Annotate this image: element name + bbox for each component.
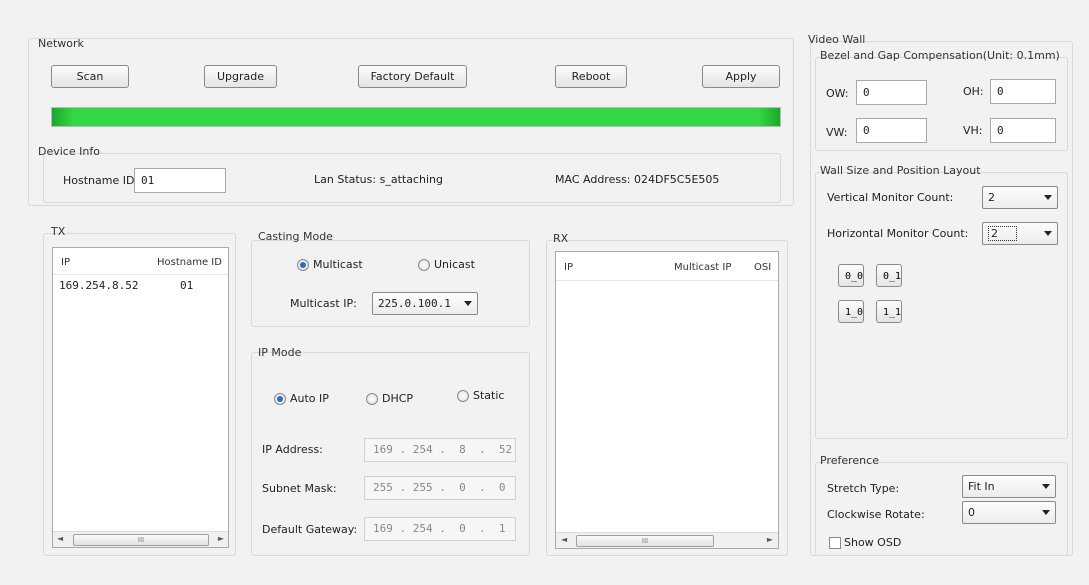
scroll-grip-icon: III [641, 537, 649, 545]
vertical-count-label: Vertical Monitor Count: [827, 191, 954, 204]
chevron-down-icon [1042, 484, 1050, 489]
rx-list[interactable]: IP Multicast IP OSI ◄ III ► [555, 251, 779, 549]
arrow-right-icon[interactable]: ► [767, 535, 773, 544]
subnet-mask-label: Subnet Mask: [262, 482, 337, 495]
auto-ip-label[interactable]: Auto IP [290, 392, 329, 405]
tx-list[interactable]: IP Hostname ID 169.254.8.52 01 ◄ III ► [52, 247, 229, 548]
rx-header-divider [556, 280, 778, 281]
static-radio[interactable] [457, 390, 469, 402]
cell-0-1-button[interactable]: 0_1 [876, 264, 902, 287]
horizontal-count-select[interactable]: 2 [982, 222, 1058, 245]
video-wall-title: Video Wall [808, 33, 866, 46]
ip-address-label: IP Address: [262, 443, 323, 456]
arrow-right-icon[interactable]: ► [218, 534, 224, 543]
chevron-down-icon [464, 301, 472, 306]
stretch-type-label: Stretch Type: [827, 482, 900, 495]
static-label[interactable]: Static [473, 389, 504, 402]
mac-address-text: MAC Address: 024DF5C5E505 [555, 173, 720, 186]
tx-row-hostname: 01 [180, 279, 194, 292]
arrow-left-icon[interactable]: ◄ [561, 535, 567, 544]
clockwise-rotate-select[interactable]: 0 [962, 501, 1056, 524]
dhcp-radio[interactable] [366, 393, 378, 405]
ow-label: OW: [826, 87, 849, 100]
reboot-button[interactable]: Reboot [555, 65, 627, 88]
casting-mode-title: Casting Mode [258, 230, 333, 243]
show-osd-checkbox[interactable] [829, 537, 841, 549]
bezel-title: Bezel and Gap Compensation(Unit: 0.1mm) [820, 49, 1060, 62]
vertical-count-select[interactable]: 2 [982, 186, 1058, 209]
rx-header-ip[interactable]: IP [564, 262, 573, 273]
apply-button[interactable]: Apply [702, 65, 780, 88]
scroll-thumb[interactable]: III [576, 535, 714, 547]
device-info-title: Device Info [38, 145, 100, 158]
wall-layout-title: Wall Size and Position Layout [820, 164, 981, 177]
tx-title: TX [51, 225, 66, 238]
upgrade-button[interactable]: Upgrade [204, 65, 277, 88]
scroll-grip-icon: III [137, 536, 145, 544]
auto-ip-radio[interactable] [274, 393, 286, 405]
vertical-count-value: 2 [988, 191, 995, 204]
ow-input[interactable]: 0 [856, 80, 927, 105]
table-row[interactable]: 169.254.8.52 01 [53, 276, 228, 294]
multicast-label[interactable]: Multicast [313, 258, 363, 271]
tx-header-divider [53, 274, 228, 275]
stretch-type-value: Fit In [968, 480, 995, 493]
stretch-type-select[interactable]: Fit In [962, 475, 1056, 498]
multicast-ip-value: 225.0.100.1 [378, 297, 451, 310]
oh-label: OH: [963, 85, 984, 98]
vw-label: VW: [826, 126, 848, 139]
oh-input[interactable]: 0 [990, 79, 1056, 104]
tx-header-hostname[interactable]: Hostname ID [157, 257, 222, 268]
arrow-left-icon[interactable]: ◄ [57, 534, 63, 543]
multicast-ip-select[interactable]: 225.0.100.1 [372, 292, 478, 315]
multicast-ip-label: Multicast IP: [290, 297, 357, 310]
subnet-mask-field[interactable]: 255 . 255 . 0 . 0 [364, 476, 516, 500]
rx-title: RX [553, 232, 569, 245]
tx-header-ip[interactable]: IP [61, 257, 70, 268]
cell-1-1-button[interactable]: 1_1 [876, 300, 902, 323]
unicast-radio[interactable] [418, 259, 430, 271]
hostname-input[interactable]: 01 [134, 168, 226, 193]
ip-mode-title: IP Mode [258, 346, 302, 359]
scan-button[interactable]: Scan [51, 65, 129, 88]
rx-horizontal-scrollbar[interactable]: ◄ III ► [556, 532, 778, 548]
unicast-label[interactable]: Unicast [434, 258, 475, 271]
preference-title: Preference [820, 454, 879, 467]
default-gateway-field[interactable]: 169 . 254 . 0 . 1 [364, 517, 516, 541]
horizontal-count-value: 2 [988, 226, 1017, 241]
network-title: Network [38, 37, 84, 50]
chevron-down-icon [1042, 510, 1050, 515]
progress-fill [52, 108, 780, 126]
chevron-down-icon [1044, 195, 1052, 200]
lan-status-text: Lan Status: s_attaching [314, 173, 443, 186]
horizontal-count-label: Horizontal Monitor Count: [827, 227, 969, 240]
vh-label: VH: [963, 124, 983, 137]
dhcp-label[interactable]: DHCP [382, 392, 413, 405]
tx-horizontal-scrollbar[interactable]: ◄ III ► [53, 531, 228, 547]
ip-address-field[interactable]: 169 . 254 . 8 . 52 [364, 438, 516, 462]
hostname-label: Hostname ID: [63, 174, 139, 187]
rx-header-multicast-ip[interactable]: Multicast IP [674, 262, 731, 273]
chevron-down-icon [1044, 231, 1052, 236]
vw-input[interactable]: 0 [856, 118, 927, 143]
multicast-radio[interactable] [297, 259, 309, 271]
progress-bar [51, 107, 781, 127]
clockwise-rotate-label: Clockwise Rotate: [827, 508, 925, 521]
tx-row-ip: 169.254.8.52 [59, 279, 139, 292]
clockwise-rotate-value: 0 [968, 506, 975, 519]
show-osd-label[interactable]: Show OSD [844, 536, 901, 549]
rx-header-osd[interactable]: OSI [754, 262, 771, 273]
default-gateway-label: Default Gateway: [262, 523, 358, 536]
scroll-thumb[interactable]: III [73, 534, 209, 546]
vh-input[interactable]: 0 [990, 118, 1056, 143]
factory-default-button[interactable]: Factory Default [358, 65, 467, 88]
cell-0-0-button[interactable]: 0_0 [838, 264, 864, 287]
cell-1-0-button[interactable]: 1_0 [838, 300, 864, 323]
